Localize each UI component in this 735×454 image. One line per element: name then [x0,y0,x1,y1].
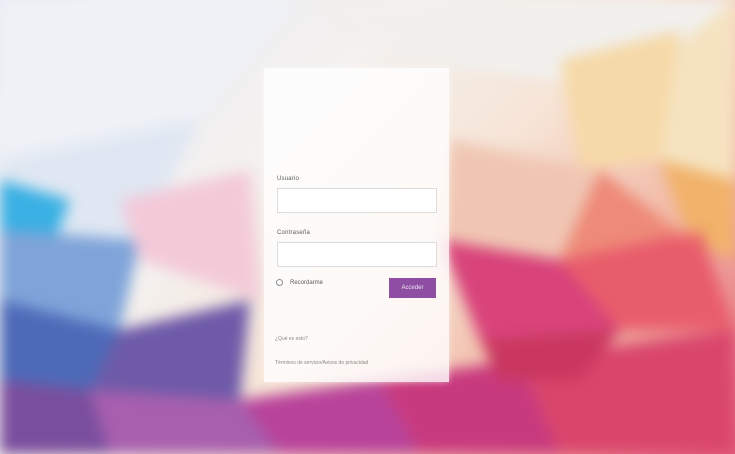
username-input[interactable] [277,188,437,213]
what-is-this-link[interactable]: ¿Qué es esto? [275,336,308,342]
remember-me-radio[interactable] [276,279,283,286]
password-input[interactable] [277,242,437,267]
password-label: Contraseña [277,230,311,236]
username-label: Usuario [277,176,300,182]
privacy-terms-link[interactable]: Términos de servicio/Avisos de privacida… [275,360,368,366]
login-panel: Usuario Contraseña Recordarme Acceder ¿Q… [264,68,449,382]
login-button[interactable]: Acceder [389,278,436,298]
remember-me-option[interactable]: Recordarme [276,279,323,286]
remember-me-label: Recordarme [290,279,324,286]
